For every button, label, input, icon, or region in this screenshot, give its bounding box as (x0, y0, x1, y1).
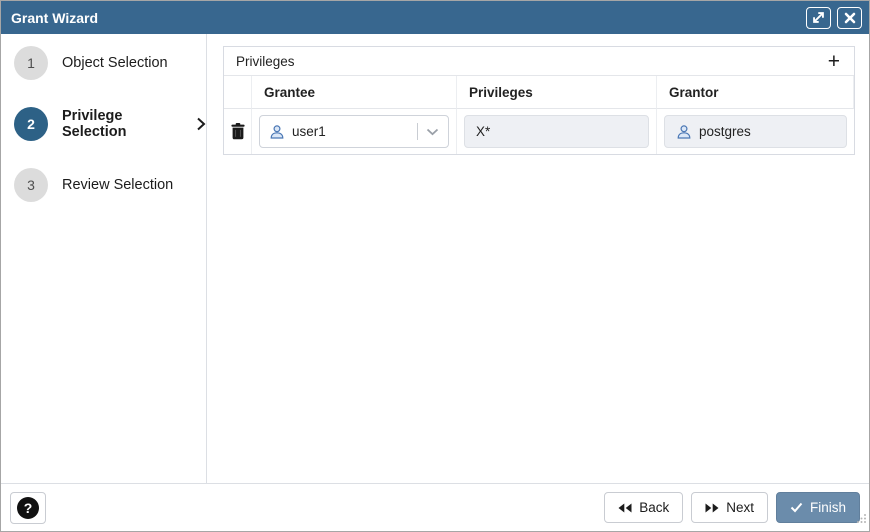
titlebar[interactable]: Grant Wizard (1, 1, 869, 34)
grantee-value: user1 (292, 124, 326, 139)
maximize-button[interactable] (806, 7, 831, 29)
window-title: Grant Wizard (11, 10, 800, 26)
main-content: Privileges + Grantee Privileges Grantor (207, 34, 869, 483)
double-left-arrow-icon (618, 503, 632, 513)
back-button[interactable]: Back (604, 492, 683, 523)
finish-button[interactable]: Finish (776, 492, 860, 523)
next-button[interactable]: Next (691, 492, 768, 523)
column-header-privileges: Privileges (457, 76, 657, 109)
chevron-down-icon[interactable] (426, 128, 439, 136)
step-number-badge: 3 (14, 168, 48, 202)
trash-icon (231, 123, 245, 140)
delete-row-button[interactable] (229, 121, 247, 142)
grantor-cell: postgres (657, 109, 854, 154)
privileges-value: X* (476, 124, 490, 139)
help-icon: ? (17, 497, 39, 519)
column-header-delete (224, 76, 252, 109)
privileges-panel-header: Privileges + (224, 47, 854, 76)
footer-bar: ? Back Next (1, 483, 869, 531)
grantor-value: postgres (699, 124, 751, 139)
step-privilege-selection: 2 Privilege Selection (1, 107, 206, 141)
double-right-arrow-icon (705, 503, 719, 513)
column-header-grantor: Grantor (657, 76, 854, 109)
check-icon (790, 502, 803, 513)
back-label: Back (639, 500, 669, 515)
panel-title: Privileges (236, 54, 295, 69)
help-button[interactable]: ? (10, 492, 46, 524)
maximize-icon (812, 11, 825, 24)
privileges-table: Grantee Privileges Grantor (224, 76, 854, 154)
privileges-field[interactable]: X* (464, 115, 649, 148)
step-label: Object Selection (62, 55, 168, 71)
step-object-selection: 1 Object Selection (1, 46, 206, 80)
table-row-delete-cell (224, 109, 252, 154)
step-number-badge: 1 (14, 46, 48, 80)
column-header-grantee: Grantee (252, 76, 457, 109)
user-icon (269, 124, 285, 140)
step-review-selection: 3 Review Selection (1, 168, 206, 202)
step-number-badge: 2 (14, 107, 48, 141)
close-icon (844, 12, 856, 24)
step-label: Privilege Selection (62, 108, 186, 140)
chevron-right-icon (196, 117, 206, 131)
privileges-cell: X* (457, 109, 657, 154)
wizard-steps-sidebar: 1 Object Selection 2 Privilege Selection… (1, 34, 207, 483)
privileges-panel: Privileges + Grantee Privileges Grantor (223, 46, 855, 155)
grantee-select[interactable]: user1 (259, 115, 449, 148)
grantor-field: postgres (664, 115, 847, 148)
step-label: Review Selection (62, 177, 173, 193)
user-icon (676, 124, 692, 140)
select-separator (417, 123, 418, 140)
finish-label: Finish (810, 500, 846, 515)
grant-wizard-dialog: Grant Wizard 1 O (0, 0, 870, 532)
resize-grip[interactable] (856, 511, 867, 529)
grantee-cell: user1 (252, 109, 457, 154)
add-privilege-button[interactable]: + (826, 51, 842, 72)
close-button[interactable] (837, 7, 862, 29)
next-label: Next (726, 500, 754, 515)
